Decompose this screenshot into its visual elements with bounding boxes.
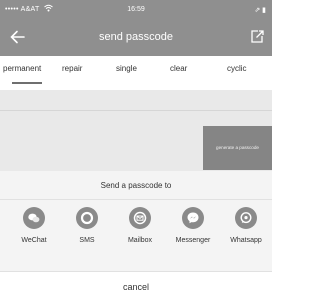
generate-passcode-button[interactable]: generate a passcode — [203, 126, 272, 170]
share-icon[interactable] — [249, 29, 265, 45]
share-option-sms[interactable]: SMS — [60, 207, 114, 244]
tab-clear[interactable]: clear — [170, 64, 187, 73]
tab-permanent[interactable]: permanent — [3, 64, 41, 73]
divider — [0, 199, 272, 200]
cancel-button[interactable]: cancel — [0, 272, 272, 302]
passcode-type-tabs: permanent repair single clear cyclic — [0, 56, 272, 90]
share-option-wechat[interactable]: WeChat — [7, 207, 61, 244]
tab-repair[interactable]: repair — [62, 64, 82, 73]
clock: 16:59 — [127, 6, 145, 13]
share-option-label: WeChat — [21, 237, 47, 244]
tab-cyclic[interactable]: cyclic — [227, 64, 247, 73]
messenger-icon — [182, 207, 204, 229]
share-option-label: Mailbox — [127, 237, 153, 244]
mail-icon — [129, 207, 151, 229]
share-option-label: Messenger — [175, 237, 211, 244]
share-option-mailbox[interactable]: Mailbox — [113, 207, 167, 244]
share-option-label: SMS — [79, 237, 95, 244]
active-tab-indicator — [12, 82, 42, 84]
share-sheet-title: Send a passcode to — [100, 181, 172, 190]
sms-icon — [76, 207, 98, 229]
nav-bar: send passcode — [0, 20, 272, 56]
status-bar: ••••• A&AT 16:59 ⇗ ▮ — [0, 0, 272, 20]
divider — [0, 110, 272, 111]
tab-single[interactable]: single — [116, 64, 137, 73]
whatsapp-icon — [235, 207, 257, 229]
share-option-messenger[interactable]: Messenger — [166, 207, 220, 244]
battery-indicator: ⇗ ▮ — [254, 7, 266, 14]
share-option-label: Whatsapp — [230, 237, 262, 244]
wechat-icon — [23, 207, 45, 229]
share-sheet: Send a passcode to WeChat SMS Mailbox Me… — [0, 171, 272, 302]
share-option-whatsapp[interactable]: Whatsapp — [219, 207, 273, 244]
page-title: send passcode — [99, 31, 173, 43]
